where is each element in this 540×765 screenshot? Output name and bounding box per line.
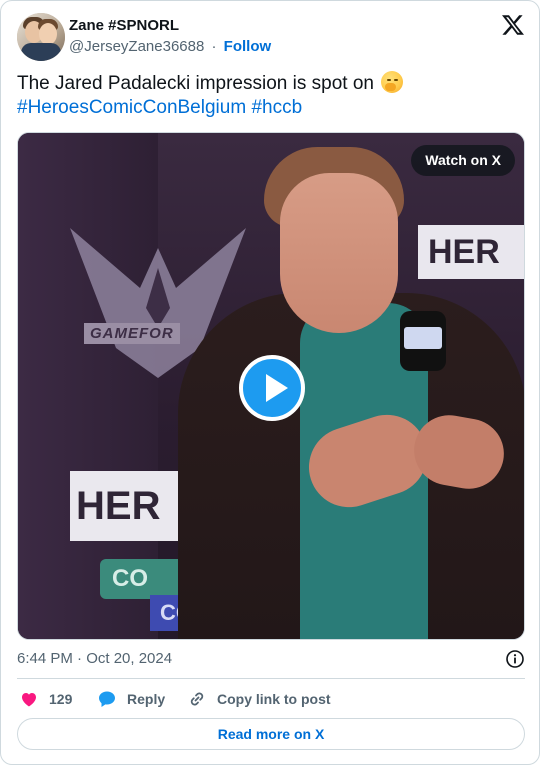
play-icon (266, 374, 288, 402)
face-with-hand-over-mouth-icon (381, 71, 404, 93)
copy-link-label: Copy link to post (217, 691, 331, 707)
tweet-actions: 129 Reply Copy link to post (17, 689, 525, 709)
author-subline: @JerseyZane36688 · Follow (69, 37, 271, 57)
heroes-sign-right: HER (418, 225, 524, 279)
hashtag-link[interactable]: #hccb (251, 97, 302, 118)
link-icon (190, 692, 204, 706)
author-handle[interactable]: @JerseyZane36688 (69, 38, 204, 55)
reply-label: Reply (127, 691, 166, 707)
info-icon[interactable] (505, 649, 525, 669)
tweet-text: The Jared Padalecki impression is spot o… (17, 71, 525, 120)
divider (17, 678, 525, 679)
reply-button[interactable]: Reply (97, 689, 165, 709)
heart-icon (22, 693, 36, 707)
follow-button[interactable]: Follow (224, 38, 272, 55)
author-block: Zane #SPNORL @JerseyZane36688 · Follow (69, 16, 271, 57)
tweet-embed-card: Zane #SPNORL @JerseyZane36688 · Follow T… (0, 0, 540, 765)
read-more-button[interactable]: Read more on X (17, 718, 525, 750)
like-button[interactable]: 129 (19, 689, 72, 709)
avatar[interactable] (17, 13, 65, 61)
tweet-body: The Jared Padalecki impression is spot o… (17, 73, 374, 94)
play-button[interactable] (239, 355, 305, 421)
separator-dot: · (211, 38, 217, 55)
tweet-header: Zane #SPNORL @JerseyZane36688 · Follow (17, 13, 525, 61)
watch-on-x-button[interactable]: Watch on X (411, 145, 515, 176)
gameforce-label: GAMEFOR (84, 323, 180, 344)
microphone-badge (404, 327, 442, 349)
hashtag-link[interactable]: #HeroesComicConBelgium (17, 97, 246, 118)
author-name[interactable]: Zane #SPNORL (69, 16, 271, 36)
copy-link-button[interactable]: Copy link to post (187, 689, 331, 709)
reply-bubble-icon (99, 691, 115, 707)
heroes-sign-left: HER (70, 471, 178, 541)
video-thumbnail[interactable]: GAMEFOR HER CO CON HER Watch on X (17, 132, 525, 640)
person-face (280, 173, 398, 333)
like-count: 129 (49, 691, 73, 707)
x-logo-icon[interactable] (501, 13, 525, 37)
tweet-meta: 6:44 PM · Oct 20, 2024 (17, 649, 525, 669)
timestamp[interactable]: 6:44 PM · Oct 20, 2024 (17, 650, 172, 667)
